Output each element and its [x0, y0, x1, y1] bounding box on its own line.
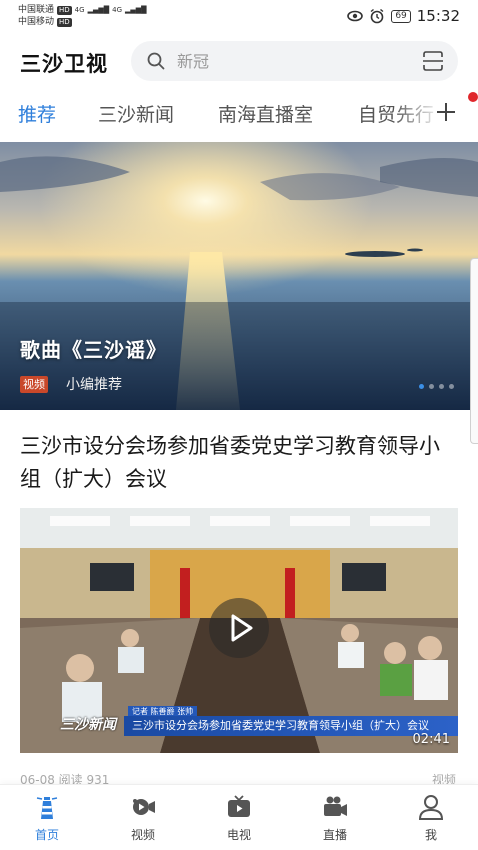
- search-bar[interactable]: [131, 41, 458, 81]
- video-thumbnail[interactable]: 三沙新闻 记者 陈善爵 张帅 三沙市设分会场参加省委党史学习教育领导小组（扩大）…: [20, 508, 458, 753]
- play-button[interactable]: [209, 598, 269, 658]
- live-camera-icon: [324, 796, 347, 816]
- tab-recommend[interactable]: 推荐: [18, 100, 56, 127]
- caption-text: 三沙市设分会场参加省委党史学习教育领导小组（扩大）会议: [124, 716, 458, 736]
- sunset-sea-image: [0, 142, 478, 410]
- eye-icon: [347, 10, 364, 22]
- signal-2: 4G: [112, 6, 122, 14]
- app-header: 三沙卫视: [0, 38, 478, 84]
- carousel-dot[interactable]: [439, 384, 444, 389]
- channel-tabs: 推荐 三沙新闻 南海直播室 自贸先行: [0, 92, 478, 134]
- signal-1: 4G: [74, 6, 85, 14]
- news-logo: 三沙新闻: [60, 717, 116, 733]
- carousel-dot[interactable]: [419, 384, 424, 389]
- play-icon: [231, 614, 253, 642]
- tab-south-sea-live[interactable]: 南海直播室: [218, 100, 313, 127]
- carrier-info: 中国联通 HD 4G ▂▄▆█ 4G ▂▄▆█ 中国移动 HD: [18, 4, 147, 28]
- carousel-dot[interactable]: [449, 384, 454, 389]
- carousel-dots: [419, 384, 454, 389]
- user-icon: [418, 795, 444, 820]
- carrier-1: 中国联通: [18, 5, 55, 15]
- video-camera-icon: [133, 799, 155, 815]
- nav-tv[interactable]: 电视: [209, 793, 269, 843]
- hd-badge: HD: [57, 5, 72, 15]
- notification-dot: [468, 92, 478, 102]
- lighthouse-icon: [36, 797, 58, 819]
- nav-me[interactable]: 我: [401, 793, 461, 843]
- banner-source: 小编推荐: [66, 377, 122, 393]
- search-icon: [147, 52, 165, 70]
- alarm-icon: [370, 8, 384, 24]
- nav-home[interactable]: 首页: [17, 793, 77, 843]
- search-input[interactable]: [177, 41, 397, 81]
- nav-label: 直播: [322, 828, 347, 842]
- battery-indicator: 69: [391, 9, 411, 23]
- banner-title: 歌曲《三沙谣》: [20, 338, 167, 362]
- nav-label: 电视: [226, 828, 251, 842]
- side-scroll-handle[interactable]: [470, 258, 478, 444]
- bottom-nav: 首页 视频 电视 直播 我: [0, 784, 478, 850]
- nav-label: 我: [424, 828, 437, 842]
- hd-badge: HD: [57, 17, 72, 27]
- signal-bars-icon: ▂▄▆█: [125, 6, 147, 14]
- nav-label: 视频: [130, 828, 155, 842]
- carrier-2: 中国移动: [18, 17, 55, 27]
- plus-icon[interactable]: [434, 100, 458, 124]
- tv-icon: [228, 795, 250, 817]
- video-caption: 三沙新闻 记者 陈善爵 张帅 三沙市设分会场参加省委党史学习教育领导小组（扩大）…: [20, 706, 458, 742]
- tab-sansha-news[interactable]: 三沙新闻: [98, 100, 174, 127]
- video-badge: 视频: [20, 376, 48, 393]
- clock: 15:32: [416, 7, 460, 25]
- signal-bars-icon: ▂▄▆█: [87, 6, 110, 14]
- carousel-dot[interactable]: [429, 384, 434, 389]
- scan-icon[interactable]: [422, 50, 444, 72]
- status-bar: 中国联通 HD 4G ▂▄▆█ 4G ▂▄▆█ 中国移动 HD 69 15:32: [0, 0, 478, 34]
- nav-live[interactable]: 直播: [305, 793, 365, 843]
- featured-banner[interactable]: 歌曲《三沙谣》 视频 小编推荐: [0, 142, 478, 410]
- app-title: 三沙卫视: [20, 52, 108, 76]
- nav-label: 首页: [34, 828, 59, 842]
- nav-video[interactable]: 视频: [113, 793, 173, 843]
- video-duration: 02:41: [412, 732, 450, 747]
- article-title[interactable]: 三沙市设分会场参加省委党史学习教育领导小组（扩大）会议: [20, 430, 460, 496]
